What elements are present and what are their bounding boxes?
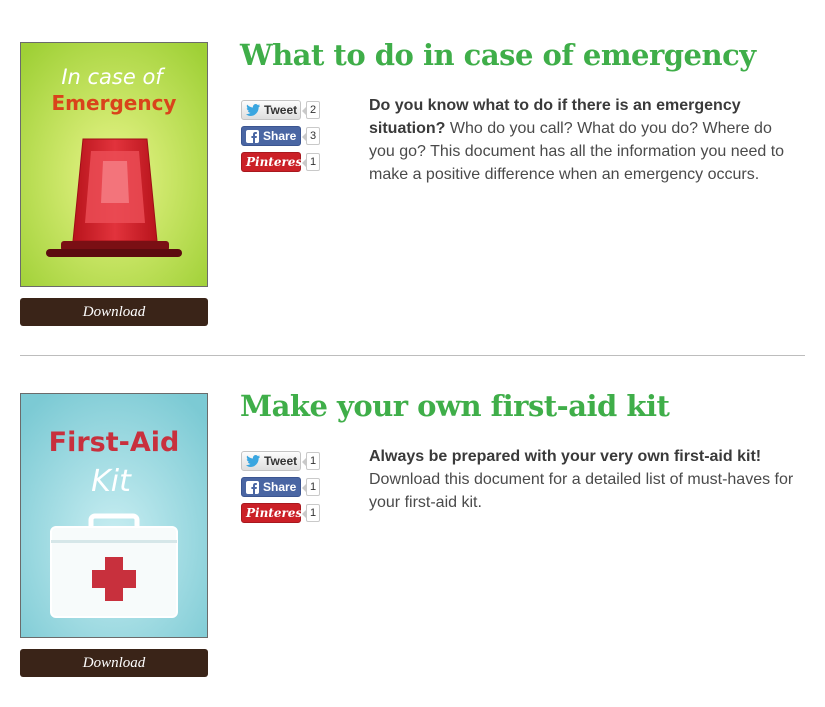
facebook-share-count: 1 — [301, 478, 321, 496]
facebook-share-label: Share — [263, 129, 297, 143]
tweet-button[interactable]: Tweet — [241, 100, 301, 120]
download-button[interactable]: Download — [20, 298, 208, 326]
document-title: Make your own first-aid kit — [240, 389, 670, 423]
facebook-icon — [246, 129, 259, 143]
twitter-bird-icon — [246, 104, 260, 116]
facebook-icon — [246, 480, 259, 494]
document-entry-emergency: In case of Emergency Download What to do… — [0, 0, 825, 340]
pinterest-button[interactable]: Pinterest — [241, 152, 308, 172]
share-buttons: Tweet 1 Share 1 Pinterest 1 — [241, 451, 331, 529]
tweet-button[interactable]: Tweet — [241, 451, 301, 471]
document-description: Do you know what to do if there is an em… — [369, 94, 799, 186]
pinterest-count: 1 — [301, 504, 321, 522]
cover-image-first-aid[interactable]: First-Aid Kit — [20, 393, 208, 638]
pinterest-label: Pinterest — [246, 506, 308, 520]
facebook-share-label: Share — [263, 480, 297, 494]
document-description: Always be prepared with your very own fi… — [369, 445, 799, 514]
first-aid-kit-icon — [50, 513, 178, 618]
download-button[interactable]: Download — [20, 649, 208, 677]
tweet-count: 2 — [301, 101, 321, 119]
cover-line2-first-aid: Kit — [91, 464, 132, 499]
facebook-share-count: 3 — [301, 127, 321, 145]
pinterest-label: Pinterest — [246, 155, 308, 169]
cover-image-emergency[interactable]: In case of Emergency — [20, 42, 208, 287]
cover-line2-emergency: Emergency — [52, 91, 177, 115]
description-body: Download this document for a detailed li… — [369, 471, 794, 511]
share-buttons: Tweet 2 Share 3 Pinterest 1 — [241, 100, 331, 178]
twitter-bird-icon — [246, 455, 260, 467]
document-entry-first-aid: First-Aid Kit Download Make your own fir… — [0, 355, 825, 695]
tweet-label: Tweet — [264, 103, 298, 117]
document-title: What to do in case of emergency — [240, 38, 756, 72]
facebook-share-button[interactable]: Share — [241, 477, 301, 497]
cover-line1-emergency: In case of — [61, 65, 166, 89]
pinterest-count: 1 — [301, 153, 321, 171]
pinterest-button[interactable]: Pinterest — [241, 503, 308, 523]
facebook-share-button[interactable]: Share — [241, 126, 301, 146]
cover-line1-first-aid: First-Aid — [49, 427, 180, 458]
tweet-count: 1 — [301, 452, 321, 470]
tweet-label: Tweet — [264, 454, 298, 468]
description-lead: Always be prepared with your very own fi… — [369, 448, 762, 465]
